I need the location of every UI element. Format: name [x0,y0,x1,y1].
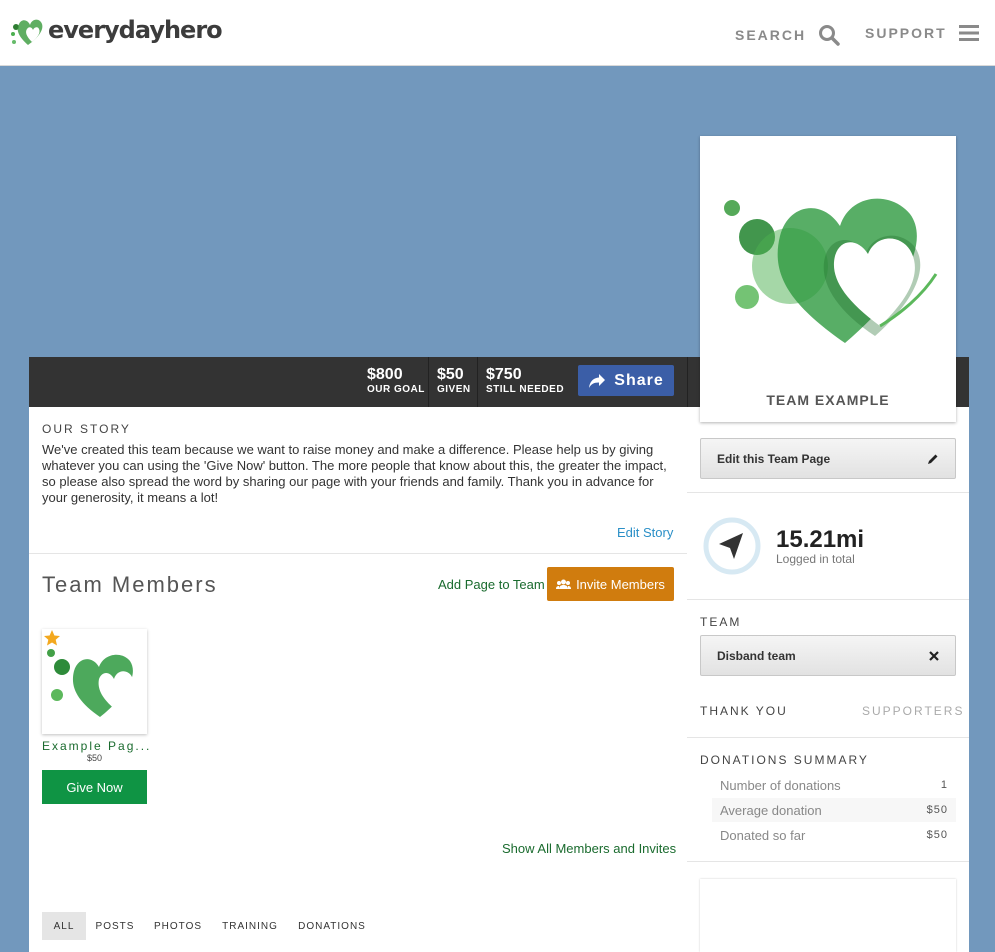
divider [428,357,429,407]
needed-value: $750 [486,366,522,383]
goal-label: OUR GOAL [367,384,425,395]
given-label: GIVEN [437,384,471,395]
team-profile-card: TEAM EXAMPLE [700,136,956,422]
distance-value: 15.21mi [776,526,865,553]
summary-value: $50 [926,804,948,816]
given-value: $50 [437,366,464,383]
sidebar-widget [700,879,956,952]
star-icon [44,630,60,646]
tab-photos[interactable]: PHOTOS [150,912,206,940]
pencil-icon [928,454,938,464]
site-header: everydayhero SEARCH SUPPORT [0,0,995,66]
team-name: TEAM EXAMPLE [766,392,890,408]
share-button[interactable]: Share [578,365,674,396]
story-heading: OUR STORY [42,422,131,436]
divider [687,357,688,407]
search-icon [819,25,840,46]
heart-logo-icon [11,19,43,45]
summary-value: $50 [926,829,948,841]
summary-row: Average donation $50 [712,798,956,822]
add-page-to-team-link[interactable]: Add Page to Team [438,577,545,592]
supporters-tab[interactable]: SUPPORTERS [862,704,964,718]
goal-stat: $800 OUR GOAL [367,367,425,395]
edit-story-link[interactable]: Edit Story [617,525,673,540]
distance-label: Logged in total [776,552,855,566]
member-card[interactable] [42,629,147,734]
tab-all[interactable]: ALL [42,912,86,940]
invite-members-button[interactable]: Invite Members [547,567,674,601]
team-heart-logo-icon [724,198,938,343]
divider [687,492,969,493]
divider [687,599,969,600]
member-name[interactable]: Example Pag... [42,739,149,753]
hamburger-menu-icon [958,25,979,41]
disband-team-button[interactable]: Disband team [700,635,956,676]
share-label: Share [614,371,664,389]
give-now-button[interactable]: Give Now [42,770,147,804]
team-members-heading: Team Members [42,572,218,597]
member-amount: $50 [86,753,103,763]
summary-value: 1 [940,779,948,791]
people-icon [556,579,572,589]
share-arrow-icon [589,373,606,388]
summary-label: Average donation [720,802,822,818]
story-text: We've created this team because we want … [42,442,667,505]
navigation-arrow-icon [703,517,761,575]
edit-team-page-button[interactable]: Edit this Team Page [700,438,956,479]
edit-page-label: Edit this Team Page [717,451,831,466]
divider [687,737,969,738]
divider [477,357,478,407]
search-label: SEARCH [735,27,807,43]
tab-training[interactable]: TRAINING [216,912,284,940]
divider [687,861,969,862]
still-needed-stat: $750 STILL NEEDED [486,367,564,395]
disband-label: Disband team [717,648,796,663]
team-heading: TEAM [700,615,742,629]
summary-label: Number of donations [720,777,841,793]
logo-text: everydayhero [48,16,223,44]
logo[interactable]: everydayhero [10,12,223,48]
summary-row: Donated so far $50 [712,823,956,847]
tab-donations[interactable]: DONATIONS [294,912,370,940]
tab-posts[interactable]: POSTS [92,912,138,940]
support-nav[interactable]: SUPPORT [865,24,979,42]
search-nav[interactable]: SEARCH [735,24,840,46]
divider [29,553,687,554]
summary-row: Number of donations 1 [712,773,956,797]
thank-you-tab[interactable]: THANK YOU [700,704,788,718]
show-all-members-link[interactable]: Show All Members and Invites [502,841,676,856]
goal-value: $800 [367,366,403,383]
needed-label: STILL NEEDED [486,384,565,395]
given-stat: $50 GIVEN [437,367,471,395]
support-label: SUPPORT [865,25,947,41]
summary-label: Donated so far [720,827,806,843]
close-icon [929,650,939,661]
donations-summary-heading: DONATIONS SUMMARY [700,753,869,767]
invite-label: Invite Members [576,576,665,592]
